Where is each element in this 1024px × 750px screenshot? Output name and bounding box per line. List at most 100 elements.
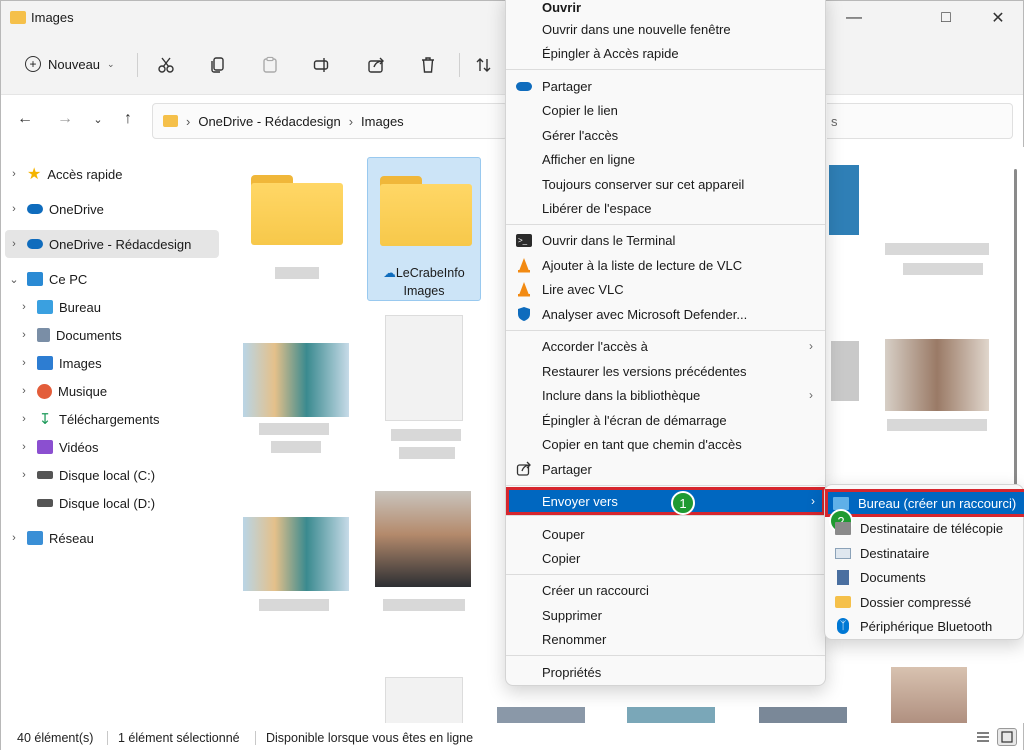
forward-arrow-icon[interactable]: → [54, 108, 76, 130]
chevron-right-icon[interactable]: › [15, 469, 33, 481]
menu-item-free-space[interactable]: Libérer de l'espace [510, 196, 821, 220]
chevron-down-icon[interactable]: ⌄ [5, 273, 23, 286]
paste-icon[interactable] [257, 52, 283, 78]
share-icon [516, 461, 532, 477]
sidebar-item-onedrive[interactable]: › OneDrive [5, 195, 219, 223]
sort-icon[interactable] [471, 52, 497, 78]
menu-item-open-new-window[interactable]: Ouvrir dans une nouvelle fenêtre [510, 17, 821, 41]
menu-item-include-library[interactable]: Inclure dans la bibliothèque › [510, 383, 821, 407]
sidebar-item-label: Images [59, 355, 102, 371]
submenu-item-documents[interactable]: Documents [829, 565, 1024, 589]
chevron-right-icon[interactable]: › [15, 385, 33, 397]
search-input[interactable]: s [827, 103, 1013, 139]
chevron-right-icon[interactable]: › [5, 168, 23, 180]
menu-item-manage-access[interactable]: Gérer l'accès [510, 123, 821, 147]
chevron-right-icon[interactable]: › [5, 238, 23, 250]
recent-locations-chevron-icon[interactable]: ⌄ [87, 108, 109, 130]
sidebar-item-documents[interactable]: › Documents [15, 321, 229, 349]
image-thumbnail[interactable] [891, 667, 967, 723]
chevron-right-icon[interactable]: › [5, 203, 23, 215]
image-thumbnail[interactable] [829, 165, 859, 235]
sidebar-item-drive-d[interactable]: Disque local (D:) [15, 489, 229, 517]
back-arrow-icon[interactable]: ← [14, 108, 36, 130]
menu-item-copy-link[interactable]: Copier le lien [510, 98, 821, 122]
sidebar-item-music[interactable]: › Musique [15, 377, 229, 405]
window-title: Images [31, 10, 74, 25]
sidebar-item-desktop[interactable]: › Bureau [15, 293, 229, 321]
menu-item-pin-start[interactable]: Épingler à l'écran de démarrage [510, 408, 821, 432]
delete-icon[interactable] [415, 52, 441, 78]
chevron-right-icon[interactable]: › [15, 329, 33, 341]
cut-icon[interactable] [153, 52, 179, 78]
menu-item-open-terminal[interactable]: >_ Ouvrir dans le Terminal [510, 228, 821, 252]
rename-icon[interactable] [309, 52, 335, 78]
menu-separator [506, 574, 825, 575]
minimize-button[interactable]: — [831, 1, 877, 35]
menu-item-cut[interactable]: Couper [510, 522, 821, 546]
menu-item-always-keep[interactable]: Toujours conserver sur cet appareil [510, 172, 821, 196]
details-view-icon[interactable] [976, 730, 990, 747]
sidebar-item-quick-access[interactable]: › ★ Accès rapide [5, 160, 219, 188]
menu-item-give-access[interactable]: Accorder l'accès à › [510, 334, 821, 358]
menu-item-view-online[interactable]: Afficher en ligne [510, 147, 821, 171]
chevron-right-icon[interactable]: › [15, 301, 33, 313]
submenu-item-zip[interactable]: Dossier compressé [829, 590, 1024, 614]
image-thumbnail[interactable] [243, 517, 349, 591]
submenu-item-desktop-shortcut[interactable]: Bureau (créer un raccourci) [825, 489, 1024, 517]
document-thumbnail[interactable] [385, 315, 463, 421]
sidebar-item-videos[interactable]: › Vidéos [15, 433, 229, 461]
share-icon[interactable] [363, 52, 389, 78]
image-thumbnail[interactable] [831, 341, 859, 401]
chevron-right-icon[interactable]: › [15, 413, 33, 425]
image-thumbnail[interactable] [375, 491, 471, 587]
folder-item-selected[interactable]: ☁LeCrabeInfo Images [367, 157, 481, 301]
chevron-right-icon[interactable]: › [15, 441, 33, 453]
menu-item-copy[interactable]: Copier [510, 546, 821, 570]
image-thumbnail[interactable] [627, 707, 715, 723]
sidebar-item-this-pc[interactable]: ⌄ Ce PC [5, 265, 219, 293]
zip-folder-icon [835, 594, 851, 610]
breadcrumb-onedrive[interactable]: OneDrive - Rédacdesign [198, 114, 340, 129]
address-bar[interactable]: › OneDrive - Rédacdesign › Images [152, 103, 508, 139]
menu-item-vlc-playlist[interactable]: Ajouter à la liste de lecture de VLC [510, 253, 821, 277]
menu-item-pin-quick-access[interactable]: Épingler à Accès rapide [510, 41, 821, 65]
submenu-item-fax[interactable]: Destinataire de télécopie [829, 516, 1024, 540]
menu-item-share[interactable]: Partager [510, 457, 821, 481]
document-thumbnail[interactable] [385, 677, 463, 723]
sidebar-item-drive-c[interactable]: › Disque local (C:) [15, 461, 229, 489]
folder-item[interactable] [239, 157, 353, 301]
new-button[interactable]: + Nouveau ⌄ [17, 47, 127, 81]
menu-item-restore-versions[interactable]: Restaurer les versions précédentes [510, 359, 821, 383]
terminal-icon: >_ [516, 232, 532, 248]
menu-item-delete[interactable]: Supprimer [510, 603, 821, 627]
submenu-item-mail[interactable]: Destinataire [829, 541, 1024, 565]
chevron-right-icon[interactable]: › [5, 532, 23, 544]
menu-item-copy-path[interactable]: Copier en tant que chemin d'accès [510, 432, 821, 456]
sidebar-item-downloads[interactable]: › ↧ Téléchargements [15, 405, 229, 433]
menu-item-onedrive-share[interactable]: Partager [510, 74, 821, 98]
blurred-filename [885, 243, 989, 255]
close-button[interactable]: ✕ [975, 1, 1021, 35]
thumbnail-view-icon[interactable] [997, 728, 1017, 746]
up-arrow-icon[interactable]: ↑ [117, 108, 139, 130]
menu-item-create-shortcut[interactable]: Créer un raccourci [510, 578, 821, 602]
image-thumbnail[interactable] [759, 707, 847, 723]
download-icon: ↧ [38, 411, 52, 428]
image-thumbnail[interactable] [497, 707, 585, 723]
maximize-button[interactable]: □ [923, 1, 969, 35]
menu-item-properties[interactable]: Propriétés [510, 660, 821, 684]
menu-item-vlc-play[interactable]: Lire avec VLC [510, 277, 821, 301]
image-thumbnail[interactable] [885, 339, 989, 411]
copy-icon[interactable] [205, 52, 231, 78]
menu-item-send-to[interactable]: Envoyer vers › [506, 487, 825, 515]
menu-item-defender-scan[interactable]: Analyser avec Microsoft Defender... [510, 302, 821, 326]
sidebar-item-network[interactable]: › Réseau [5, 524, 219, 552]
menu-item-rename[interactable]: Renommer [510, 627, 821, 651]
image-thumbnail[interactable] [243, 343, 349, 417]
breadcrumb-images[interactable]: Images [361, 114, 404, 129]
sidebar-item-onedrive-redacdesign[interactable]: › OneDrive - Rédacdesign [5, 230, 219, 258]
submenu-item-bluetooth[interactable]: ᛉ Périphérique Bluetooth [829, 614, 1024, 638]
chevron-right-icon[interactable]: › [15, 357, 33, 369]
folder-caption: ☁LeCrabeInfo Images [368, 264, 480, 300]
sidebar-item-images[interactable]: › Images [15, 349, 229, 377]
